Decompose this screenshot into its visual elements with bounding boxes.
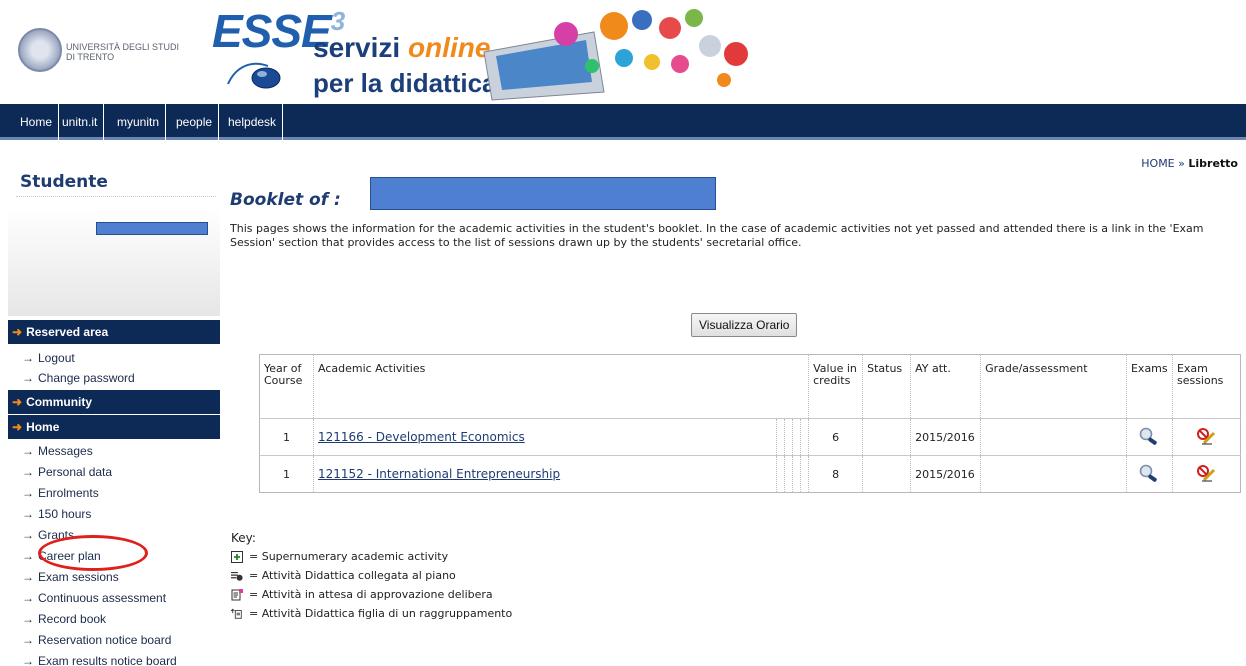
- cell-ay: 2015/2016: [910, 455, 982, 493]
- breadcrumb: HOME » Libretto: [1141, 157, 1238, 170]
- arrow-icon: →: [22, 371, 34, 385]
- key-item: = Attività Didattica collegata al piano: [231, 566, 512, 585]
- sidebar-title: Studente: [20, 172, 108, 192]
- sidebar-divider: [16, 196, 216, 197]
- cell-grade: [980, 455, 1127, 493]
- cell-status: [862, 418, 912, 456]
- activity-flags: [776, 456, 808, 492]
- supernumerary-plus-icon: [231, 550, 243, 563]
- key-item: = Attività in attesa di approvazione del…: [231, 585, 512, 604]
- redacted-username: [96, 222, 208, 235]
- sidebar-item-continuous-assessment[interactable]: → Continuous assessment: [22, 591, 166, 605]
- top-nav-bar: Home unitn.it myunitn people helpdesk: [0, 104, 1246, 140]
- cell-ay: 2015/2016: [910, 418, 982, 456]
- sidebar-item-record-book[interactable]: → Record book: [22, 612, 106, 626]
- sidebar-item-logout[interactable]: → Logout: [22, 351, 75, 365]
- header-banner: UNIVERSITÀ DEGLI STUDI DI TRENTO ESSE3 s…: [0, 0, 1246, 104]
- key-item: = Supernumerary academic activity: [231, 547, 512, 566]
- university-name[interactable]: UNIVERSITÀ DEGLI STUDI DI TRENTO: [66, 42, 196, 62]
- cell-year: 1: [259, 418, 314, 456]
- arrow-icon: →: [22, 486, 34, 500]
- section-community[interactable]: ➜ Community: [8, 390, 220, 414]
- nav-myunitn[interactable]: myunitn: [111, 104, 167, 140]
- child-activity-icon: [231, 608, 242, 619]
- arrow-icon: →: [22, 570, 34, 584]
- col-credits[interactable]: Value in credits: [808, 354, 864, 419]
- nav-people[interactable]: people: [170, 104, 220, 140]
- arrow-icon: →: [22, 465, 34, 479]
- col-exam-sessions[interactable]: Exam sessions: [1172, 355, 1240, 419]
- page-title: Booklet of :: [230, 190, 341, 210]
- academic-activities-table: Year of Course Academic Activities Value…: [259, 354, 1241, 493]
- breadcrumb-current: Libretto: [1188, 157, 1238, 170]
- arrow-icon: →: [22, 444, 34, 458]
- cell-grade: [980, 418, 1127, 456]
- activity-link[interactable]: 121152 - International Entrepreneurship: [318, 467, 560, 481]
- nav-helpdesk[interactable]: helpdesk: [222, 104, 284, 140]
- magnifier-icon[interactable]: [1138, 427, 1160, 445]
- computer-mouse-icon: [227, 62, 281, 89]
- arrow-right-icon: ➜: [12, 325, 23, 339]
- legend-key: Key: = Supernumerary academic activity =…: [231, 531, 512, 623]
- col-grade[interactable]: Grade/assessment: [980, 354, 1127, 419]
- col-ay-att[interactable]: AY att.: [910, 354, 982, 419]
- user-panel: [8, 208, 220, 316]
- breadcrumb-home[interactable]: HOME: [1141, 157, 1174, 170]
- sidebar-item-change-password[interactable]: → Change password: [22, 371, 135, 385]
- nav-unitn[interactable]: unitn.it: [56, 104, 105, 140]
- activity-link[interactable]: 121166 - Development Economics: [318, 430, 525, 444]
- sidebar-item-exam-results-notice-board[interactable]: → Exam results notice board: [22, 654, 177, 666]
- no-booking-pencil-icon[interactable]: [1196, 464, 1216, 482]
- arrow-icon: →: [22, 633, 34, 647]
- arrow-right-icon: ➜: [12, 395, 23, 409]
- visualizza-orario-button[interactable]: Visualizza Orario: [691, 313, 798, 337]
- arrow-icon: →: [22, 351, 34, 365]
- col-year-of-course[interactable]: Year of Course: [259, 354, 314, 419]
- university-seal-icon[interactable]: [18, 28, 62, 72]
- col-academic-activities[interactable]: Academic Activities: [313, 354, 810, 419]
- tagline-servizi-online: servizi online: [313, 32, 491, 63]
- section-home[interactable]: ➜ Home: [8, 415, 220, 439]
- table-row: 1 121166 - Development Economics 6 2015/…: [259, 418, 1241, 456]
- intro-text: This pages shows the information for the…: [230, 222, 1204, 249]
- sidebar-item-exam-sessions[interactable]: → Exam sessions: [22, 570, 119, 584]
- table-row: 1 121152 - International Entrepreneurshi…: [259, 455, 1241, 493]
- sidebar-item-150-hours[interactable]: → 150 hours: [22, 507, 91, 521]
- redacted-student-name: [370, 177, 716, 210]
- breadcrumb-separator: »: [1178, 157, 1185, 170]
- nav-home[interactable]: Home: [14, 104, 60, 140]
- col-exams[interactable]: Exams: [1126, 354, 1173, 419]
- sidebar: Studente ➜ Reserved area → Logout → Change …: [8, 160, 220, 666]
- sidebar-item-messages[interactable]: → Messages: [22, 444, 93, 458]
- laptop-apps-illustration: [483, 9, 748, 101]
- linked-activity-icon: [231, 571, 243, 581]
- career-plan-highlight-annotation: [38, 535, 148, 571]
- col-status[interactable]: Status: [862, 354, 912, 419]
- sidebar-item-enrolments[interactable]: → Enrolments: [22, 486, 99, 500]
- table-header-row: Year of Course Academic Activities Value…: [259, 354, 1241, 419]
- arrow-icon: →: [22, 507, 34, 521]
- arrow-icon: →: [22, 654, 34, 666]
- arrow-icon: →: [22, 528, 34, 542]
- sidebar-item-reservation-notice-board[interactable]: → Reservation notice board: [22, 633, 171, 647]
- cell-credits: 8: [808, 455, 864, 493]
- arrow-icon: →: [22, 612, 34, 626]
- magnifier-icon[interactable]: [1138, 464, 1160, 482]
- key-item: = Attività Didattica figlia di un raggru…: [231, 604, 512, 623]
- section-reserved-area[interactable]: ➜ Reserved area: [8, 320, 220, 344]
- arrow-icon: →: [22, 591, 34, 605]
- arrow-icon: →: [22, 549, 34, 563]
- no-booking-pencil-icon[interactable]: [1196, 427, 1216, 445]
- cell-credits: 6: [808, 418, 864, 456]
- key-title: Key:: [231, 531, 256, 545]
- cell-status: [862, 455, 912, 493]
- tagline-per-la-didattica: per la didattica: [313, 68, 497, 98]
- pending-approval-icon: [231, 588, 243, 600]
- cell-year: 1: [259, 455, 314, 493]
- activity-flags: [776, 419, 808, 455]
- sidebar-item-personal-data[interactable]: → Personal data: [22, 465, 112, 479]
- arrow-right-icon: ➜: [12, 420, 23, 434]
